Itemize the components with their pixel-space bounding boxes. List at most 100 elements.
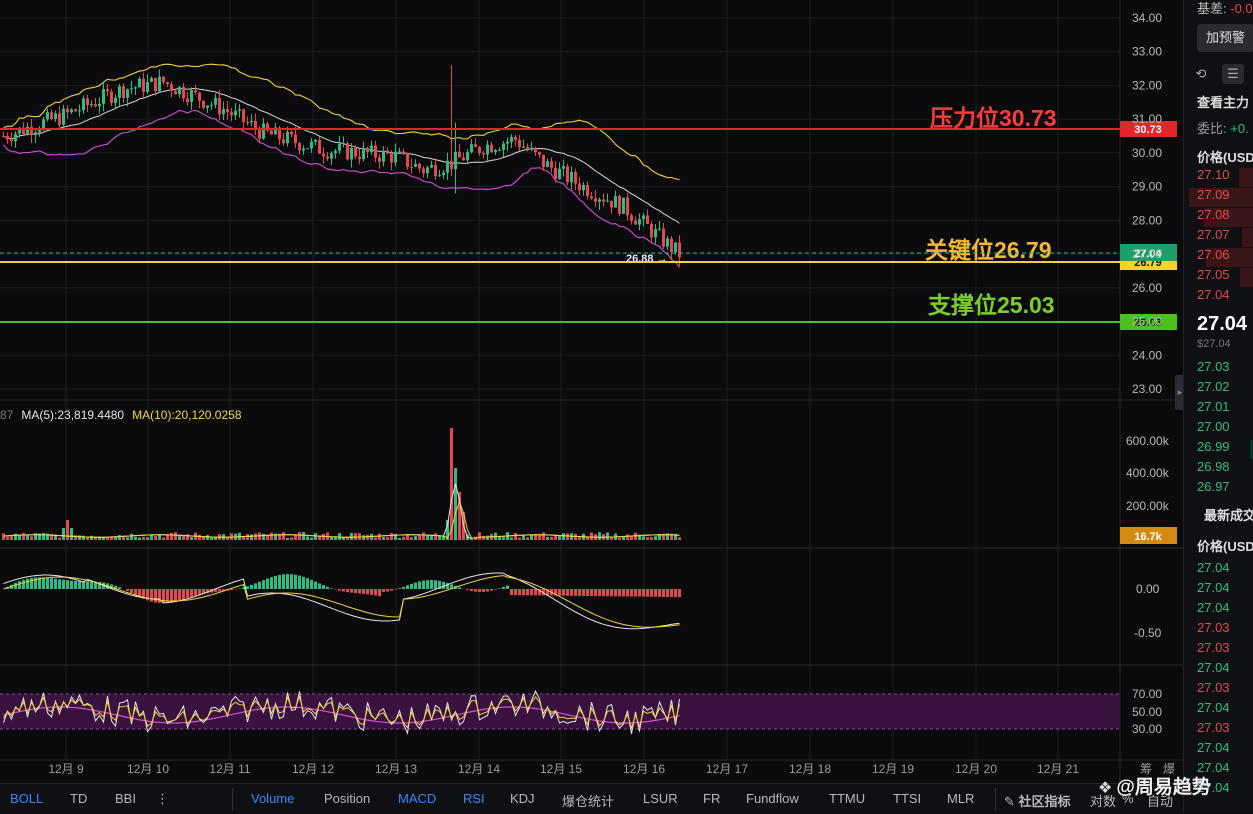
bid-row[interactable]: 27.03 [1197, 359, 1230, 374]
bid-row[interactable]: 26.98 [1197, 459, 1230, 474]
ask-row[interactable]: 27.07 [1197, 227, 1230, 242]
candle-body [170, 84, 173, 91]
macd-histogram-bar [22, 580, 25, 589]
indicator-爆仓统计[interactable]: 爆仓统计 [562, 791, 614, 810]
candle-body [510, 137, 513, 142]
indicator-lsur[interactable]: LSUR [643, 791, 678, 806]
indicator-rsi[interactable]: RSI [463, 791, 485, 806]
indicator-kdj[interactable]: KDJ [510, 791, 535, 806]
trade-row[interactable]: 27.04 [1197, 740, 1230, 755]
indicator-fundflow[interactable]: Fundflow [746, 791, 799, 806]
macd-histogram-bar [306, 578, 309, 589]
volume-bar [378, 534, 381, 540]
indicator-macd[interactable]: MACD [398, 791, 436, 806]
volume-bar [30, 536, 33, 540]
ask-row[interactable]: 27.08 [1197, 207, 1230, 222]
macd-histogram-bar [218, 589, 221, 592]
candle-body [422, 169, 425, 174]
indicator-position[interactable]: Position [324, 791, 370, 806]
volume-bar [266, 536, 269, 540]
macd-histogram-bar [658, 589, 661, 597]
bid-row[interactable]: 27.02 [1197, 379, 1230, 394]
candle-body [74, 109, 77, 111]
macd-histogram-bar [246, 586, 249, 589]
trade-row[interactable]: 27.03 [1197, 720, 1230, 735]
volume-bar [502, 537, 505, 540]
bid-row[interactable]: 27.00 [1197, 419, 1230, 434]
trade-row[interactable]: 27.04 [1197, 560, 1230, 575]
trade-row[interactable]: 27.04 [1197, 580, 1230, 595]
community-indicators-button[interactable]: ✎ 社区指标 [1004, 791, 1071, 810]
candle-body [614, 196, 617, 208]
candle-body [174, 91, 177, 95]
trade-row[interactable]: 27.04 [1197, 600, 1230, 615]
indicator-volume[interactable]: Volume [251, 791, 294, 806]
candle-body [102, 89, 105, 104]
rsi-pane [0, 691, 1120, 734]
indicator-td[interactable]: TD [70, 791, 87, 806]
volume-bar [198, 535, 201, 540]
candle-body [446, 161, 449, 173]
add-alert-button[interactable]: 加预警 [1197, 24, 1253, 52]
candle-body [538, 152, 541, 155]
candle-body [62, 109, 65, 125]
macd-histogram-bar [402, 587, 405, 589]
indicator-ttmu[interactable]: TTMU [829, 791, 865, 806]
volume-bar [642, 536, 645, 540]
candle-body [490, 145, 493, 152]
trade-row[interactable]: 27.04 [1197, 660, 1230, 675]
macd-histogram-bar [570, 589, 573, 596]
ask-row[interactable]: 27.05 [1197, 267, 1230, 282]
volume-bar [74, 535, 77, 540]
candle-body [202, 101, 205, 108]
trade-row[interactable]: 27.04 [1197, 700, 1230, 715]
macd-histogram-bar [158, 589, 161, 603]
ask-row[interactable]: 27.04 [1197, 287, 1230, 302]
indicator-fr[interactable]: FR [703, 791, 720, 806]
volume-bar [606, 532, 609, 540]
layout-icon[interactable]: ☰ [1222, 64, 1244, 84]
level-lines: 压力位30.7330.73关键位26.7926.79支撑位25.0325.032… [0, 105, 1177, 330]
more-icon[interactable]: ⋮ [156, 791, 169, 807]
candle-body [134, 87, 137, 88]
volume-bar [134, 537, 137, 540]
indicator-boll[interactable]: BOLL [10, 791, 43, 806]
bid-row[interactable]: 26.97 [1197, 479, 1230, 494]
volume-bar [650, 537, 653, 540]
trade-row[interactable]: 27.03 [1197, 620, 1230, 635]
price-axis-label: 33.00 [1132, 45, 1162, 59]
undo-icon[interactable]: ⟲ [1190, 64, 1212, 84]
candle-body [298, 143, 301, 150]
candle-body [558, 169, 561, 179]
trade-row[interactable]: 27.03 [1197, 680, 1230, 695]
indicator-mlr[interactable]: MLR [947, 791, 974, 806]
kline-chart[interactable]: 26.88 → 压力位30.7330.73关键位26.7926.79支撑位25.… [0, 0, 1183, 783]
resistance-label: 压力位30.73 [930, 105, 1057, 131]
main-force-link[interactable]: 查看主力 [1197, 92, 1249, 111]
candle-body [462, 158, 465, 161]
bid-row[interactable]: 27.01 [1197, 399, 1230, 414]
candle-body [534, 148, 537, 152]
macd-histogram-bar [594, 589, 597, 596]
ask-row[interactable]: 27.06 [1197, 247, 1230, 262]
candle-body [586, 185, 589, 196]
volume-tag: 16.7k [1120, 527, 1177, 544]
indicator-bbi[interactable]: BBI [115, 791, 136, 806]
candle-body [638, 219, 641, 224]
trade-row[interactable]: 27.03 [1197, 640, 1230, 655]
macd-histogram-bar [674, 589, 677, 597]
volume-axis-label: 200.00k [1126, 499, 1170, 513]
indicator-ttsi[interactable]: TTSI [893, 791, 921, 806]
candle-body [254, 121, 257, 129]
ask-row[interactable]: 27.10 [1197, 167, 1230, 182]
candle-body [546, 161, 549, 167]
candle-body [310, 142, 313, 148]
volume-bar [62, 528, 65, 540]
volume-bar [210, 538, 213, 540]
ask-row[interactable]: 27.09 [1197, 187, 1230, 202]
volume-bar [526, 537, 529, 540]
macd-histogram-bar [426, 580, 429, 589]
bid-row[interactable]: 26.99 [1197, 439, 1230, 454]
candle-body [110, 91, 113, 103]
macd-histogram-bar [178, 589, 181, 601]
